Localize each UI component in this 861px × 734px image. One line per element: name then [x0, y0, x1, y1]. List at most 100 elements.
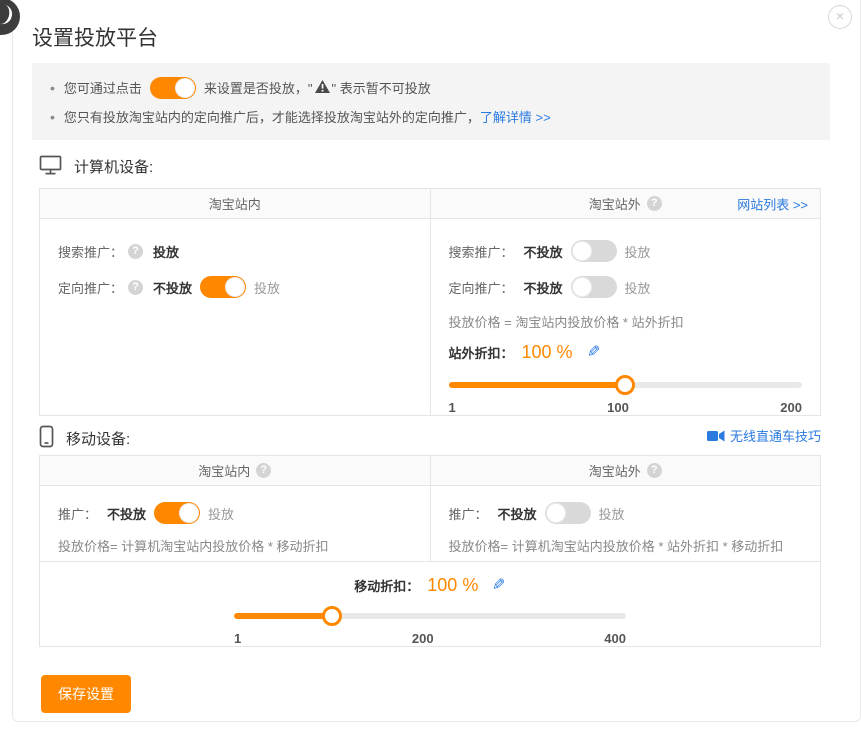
help-icon[interactable]: ? — [647, 463, 662, 478]
notice-line-1: • 您可通过点击 来设置是否投放，" " 表示暂不可投放 — [50, 73, 812, 102]
computer-section-label: 计算机设备: — [74, 156, 153, 177]
toggle-off-label: 不投放 — [524, 278, 563, 297]
toggle-knob — [179, 503, 199, 523]
demo-toggle — [150, 77, 196, 99]
slider-mid-label: 200 — [412, 631, 434, 646]
mobile-discount-slider[interactable] — [234, 606, 626, 626]
toggle-knob — [175, 78, 195, 98]
computer-table-header: 淘宝站内 淘宝站外 ? 网站列表 >> — [40, 189, 820, 219]
offsite-slider-labels: 1 100 200 — [449, 400, 803, 415]
edit-icon[interactable]: ✎ — [587, 342, 600, 362]
mobile-platform-table: 淘宝站内 ? 淘宝站外 ? 推广： 不投放 投放 投放价格= 计算机淘宝站内投放… — [39, 455, 821, 647]
slider-max-label: 400 — [604, 631, 626, 646]
mobile-discount-row: 移动折扣： 100 % ✎ — [234, 572, 626, 598]
close-icon[interactable]: × — [828, 5, 852, 29]
set-platform-dialog: × 设置投放平台 • 您可通过点击 来设置是否投放，" " 表示暂不可投放 • … — [12, 0, 861, 722]
help-icon[interactable]: ? — [128, 280, 143, 295]
search-promo-label: 搜索推广： — [449, 242, 514, 261]
mobile-phone-icon — [39, 425, 54, 451]
mobile-slider-labels: 1 200 400 — [234, 631, 626, 646]
promo-row: 推广： 不投放 投放 — [449, 486, 803, 536]
toggle-knob — [546, 503, 566, 523]
search-promo-label: 搜索推广： — [58, 242, 123, 261]
toggle-on-label: 投放 — [625, 242, 651, 261]
offsite-price-formula: 投放价格 = 淘宝站内投放价格 * 站外折扣 — [449, 311, 803, 335]
toggle-off-label: 不投放 — [498, 504, 537, 523]
slider-handle[interactable] — [615, 375, 635, 395]
mobile-onsite-header: 淘宝站内 ? — [40, 456, 430, 485]
computer-section-header: 计算机设备: — [39, 152, 821, 180]
help-icon[interactable]: ? — [647, 196, 662, 211]
warning-icon — [315, 80, 330, 96]
offsite-discount-slider[interactable] — [449, 375, 803, 395]
mobile-offsite-formula: 投放价格= 计算机淘宝站内投放价格 * 站外折扣 * 移动折扣 — [449, 536, 803, 558]
notice-text: 您只有投放淘宝站内的定向推广后，才能选择投放淘宝站外的定向推广， — [64, 107, 480, 126]
search-promo-row: 搜索推广： ? 投放 — [58, 233, 412, 269]
mobile-section-header: 移动设备: 无线直通车技巧 — [39, 424, 821, 452]
page-title: 设置投放平台 — [32, 22, 158, 52]
mobile-offsite-header: 淘宝站外 ? — [430, 456, 821, 485]
computer-offsite-search-toggle[interactable] — [571, 240, 617, 262]
wireless-tips-label: 无线直通车技巧 — [730, 426, 821, 445]
computer-platform-table: 淘宝站内 淘宝站外 ? 网站列表 >> 搜索推广： ? 投放 定向推广： ? 不… — [39, 188, 821, 416]
mobile-onsite-cell: 推广： 不投放 投放 投放价格= 计算机淘宝站内投放价格 * 移动折扣 — [40, 486, 430, 561]
computer-onsite-cell: 搜索推广： ? 投放 定向推广： ? 不投放 投放 — [40, 219, 430, 415]
promo-label: 推广： — [58, 504, 97, 523]
offsite-discount-row: 站外折扣： 100 % ✎ — [449, 337, 803, 367]
mobile-section-label: 移动设备: — [66, 428, 130, 449]
mobile-discount-label: 移动折扣： — [354, 576, 419, 595]
slider-fill — [449, 382, 626, 388]
target-promo-row: 定向推广： ? 不投放 投放 — [58, 269, 412, 305]
mobile-onsite-promo-toggle[interactable] — [154, 502, 200, 524]
computer-icon — [39, 155, 62, 178]
search-promo-row: 搜索推广： 不投放 投放 — [449, 233, 803, 269]
offsite-discount-value: 100 % — [522, 342, 573, 363]
slider-max-label: 200 — [780, 400, 802, 415]
toggle-knob — [572, 241, 592, 261]
toggle-on-label: 投放 — [599, 504, 625, 523]
target-promo-label: 定向推广： — [58, 278, 123, 297]
slider-mid-label: 100 — [607, 400, 629, 415]
learn-more-link[interactable]: 了解详情 >> — [480, 107, 551, 126]
toggle-knob — [572, 277, 592, 297]
offsite-discount-label: 站外折扣： — [449, 343, 514, 362]
toggle-on-label: 投放 — [625, 278, 651, 297]
notice-text: 来设置是否投放，" — [204, 78, 313, 97]
header-label: 淘宝站外 — [589, 194, 641, 213]
save-settings-button[interactable]: 保存设置 — [41, 675, 131, 713]
mobile-offsite-promo-toggle[interactable] — [545, 502, 591, 524]
computer-onsite-target-toggle[interactable] — [200, 276, 246, 298]
computer-offsite-header: 淘宝站外 ? 网站列表 >> — [430, 189, 821, 218]
toggle-off-label: 不投放 — [107, 504, 146, 523]
site-list-link[interactable]: 网站列表 >> — [737, 194, 808, 213]
target-promo-label: 定向推广： — [449, 278, 514, 297]
header-label: 淘宝站内 — [198, 461, 250, 480]
notice-text: " 表示暂不可投放 — [332, 78, 431, 97]
computer-onsite-header: 淘宝站内 — [40, 189, 430, 218]
target-promo-row: 定向推广： 不投放 投放 — [449, 269, 803, 305]
header-label: 淘宝站内 — [209, 194, 261, 213]
computer-offsite-target-toggle[interactable] — [571, 276, 617, 298]
slider-fill — [234, 613, 332, 619]
header-label: 淘宝站外 — [589, 461, 641, 480]
notice-box: • 您可通过点击 来设置是否投放，" " 表示暂不可投放 • 您只有投放淘宝站内… — [32, 63, 830, 140]
help-icon[interactable]: ? — [128, 244, 143, 259]
mobile-discount-section: 移动折扣： 100 % ✎ 1 200 400 — [234, 562, 626, 646]
notice-line-2: • 您只有投放淘宝站内的定向推广后，才能选择投放淘宝站外的定向推广， 了解详情 … — [50, 102, 812, 131]
toggle-on-label: 投放 — [254, 278, 280, 297]
toggle-on-label: 投放 — [208, 504, 234, 523]
video-icon — [707, 430, 725, 442]
help-icon[interactable]: ? — [256, 463, 271, 478]
slider-handle[interactable] — [322, 606, 342, 626]
edit-icon[interactable]: ✎ — [492, 575, 505, 595]
mobile-onsite-formula: 投放价格= 计算机淘宝站内投放价格 * 移动折扣 — [58, 536, 412, 558]
bullet-icon: • — [50, 109, 55, 125]
bullet-icon: • — [50, 80, 55, 96]
toggle-off-label: 不投放 — [524, 242, 563, 261]
toggle-off-label: 不投放 — [153, 278, 192, 297]
notice-text: 您可通过点击 — [64, 78, 142, 97]
slider-min-label: 1 — [234, 631, 241, 646]
computer-offsite-cell: 搜索推广： 不投放 投放 定向推广： 不投放 投放 投放价格 = 淘宝站内投放价… — [430, 219, 821, 415]
toggle-knob — [225, 277, 245, 297]
wireless-tips-link[interactable]: 无线直通车技巧 — [707, 426, 821, 445]
